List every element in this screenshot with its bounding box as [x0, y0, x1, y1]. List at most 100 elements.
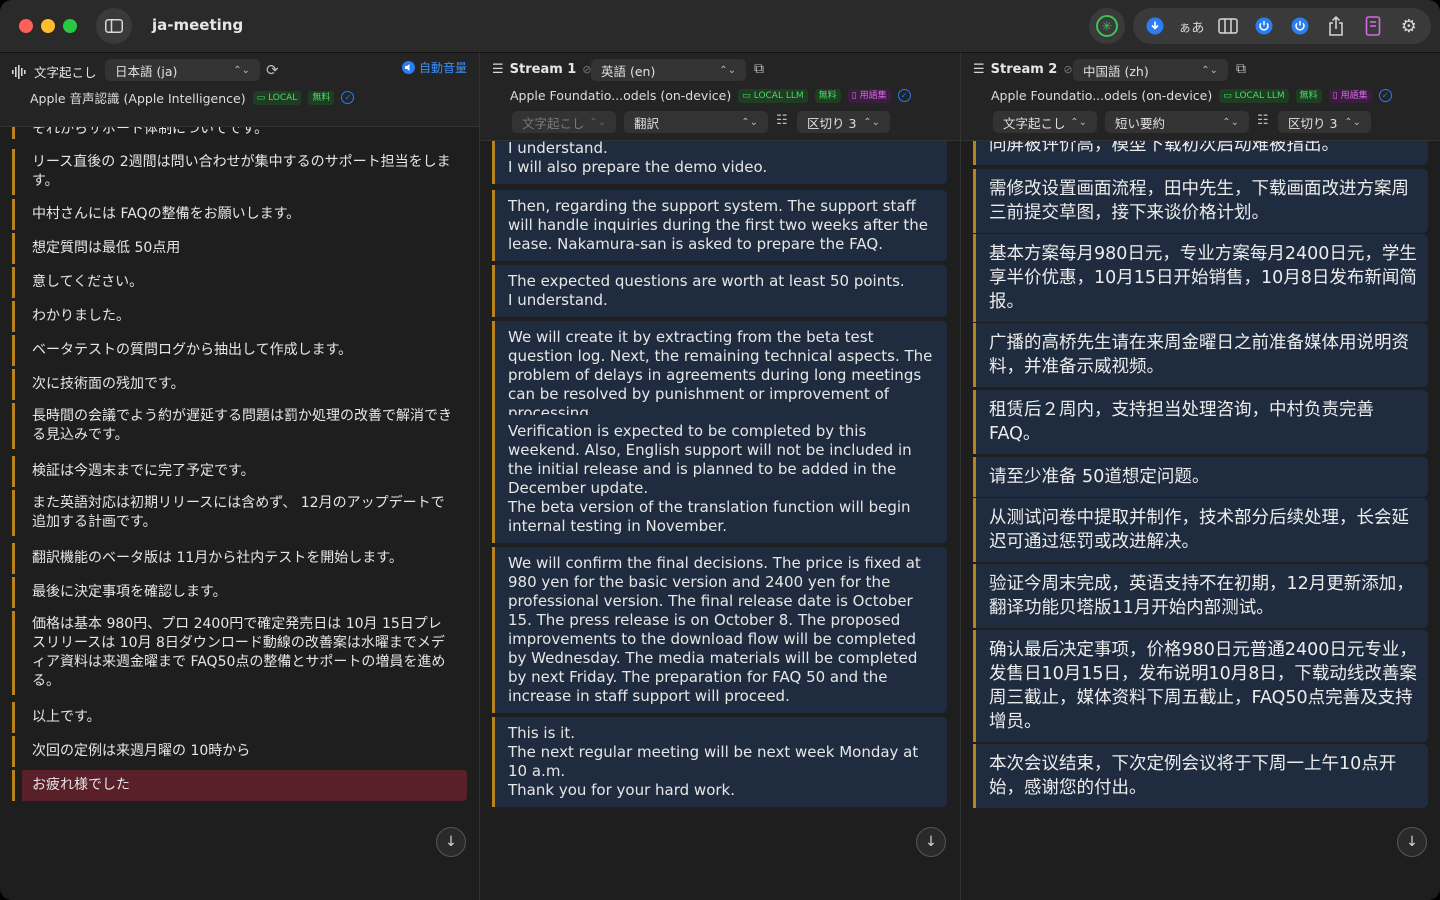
glossary-badge: ▯ 用語集 — [847, 88, 891, 103]
target-language-value: 中国語 (zh) — [1083, 63, 1149, 79]
list-item[interactable]: 广播的高桥先生请在来周金曜日之前准备媒体用说明资料，并准备示威视频。 — [973, 323, 1428, 387]
list-item[interactable]: 長時間の会議でよう約が遅延する問題は罰か処理の改善で解消できる見込みです。 — [12, 403, 467, 449]
scroll-to-bottom-button[interactable]: ↓ — [1397, 827, 1427, 857]
llm-model-name: Apple Foundatio...odels (on-device) — [991, 88, 1213, 103]
list-item[interactable]: ベータテストの質問ログから抽出して作成します。 — [12, 335, 467, 366]
close-window-button[interactable] — [19, 19, 33, 33]
list-item[interactable]: リース直後の 2週間は問い合わせが集中するのサポート担当をします。 — [12, 149, 467, 195]
list-item[interactable]: 価格は基本 980円、プロ 2400円で確定発売日は 10月 15日プレスリリー… — [12, 611, 467, 695]
list-item[interactable]: また英語対応は初期リリースには含めず、 12月のアップデートで追加する計画です。 — [12, 490, 467, 536]
chevron-updown-icon: ⌃⌄ — [233, 64, 250, 76]
recording-button[interactable]: ✳ — [1089, 8, 1125, 44]
kana-button[interactable]: ぁあ — [1177, 12, 1205, 40]
mode-select[interactable]: 翻訳 ⌃⌄ — [624, 111, 768, 133]
kana-label: ぁあ — [1178, 20, 1205, 36]
list-item[interactable]: 翻訳機能のベータ版は 11月から社内テストを開始します。 — [12, 543, 467, 574]
list-item[interactable]: 次に技術面の残加です。 — [12, 369, 467, 400]
share-icon — [1329, 16, 1344, 36]
list-item[interactable]: 検証は今週末までに完了予定です。 — [12, 456, 467, 487]
target-language-value: 英語 (en) — [601, 63, 656, 79]
list-item[interactable]: 最後に決定事項を確認します。 — [12, 577, 467, 608]
glossary-button[interactable] — [1359, 12, 1387, 40]
list-item[interactable]: Then, regarding the support system. The … — [492, 190, 947, 261]
settings-button[interactable]: ⚙ — [1395, 12, 1423, 40]
list-item[interactable]: 需修改设置画面流程，田中先生，下载画面改进方案周三前提交草图，接下来谈价格计划。 — [973, 169, 1428, 233]
arrow-down-icon: ↓ — [925, 834, 937, 850]
list-item[interactable]: 想定質問は最低 50点用 — [12, 233, 467, 264]
list-item[interactable]: それからサポート体制についてです。 — [12, 127, 467, 139]
speech-model-name: Apple 音声認識 (Apple Intelligence) — [30, 91, 246, 106]
copy-window-icon[interactable]: ⧉ — [1236, 61, 1246, 77]
download-button[interactable] — [1141, 12, 1169, 40]
list-item[interactable]: We will create it by extracting from the… — [492, 321, 947, 430]
language-select-value: 日本語 (ja) — [115, 63, 178, 79]
recording-status-icon: ✳ — [1096, 15, 1118, 37]
auto-volume-label: 自動音量 — [418, 61, 467, 75]
list-item-selected[interactable]: お疲れ様でした — [22, 770, 467, 801]
share-button[interactable] — [1322, 12, 1350, 40]
mode-select[interactable]: 短い要約 ⌃⌄ — [1105, 111, 1249, 133]
scroll-to-bottom-button[interactable]: ↓ — [916, 827, 946, 857]
free-badge: 無料 — [1295, 88, 1322, 103]
list-item[interactable]: The expected questions are worth at leas… — [492, 265, 947, 317]
columns-button[interactable] — [1214, 12, 1242, 40]
mode-select-value: 短い要約 — [1115, 115, 1166, 131]
glossary-badge-label: 用語集 — [1340, 90, 1368, 101]
list-item[interactable]: 从测试问卷中提取并制作，技术部分后续处理，长会延迟可通过惩罚或改进解决。 — [973, 498, 1428, 562]
target-language-select[interactable]: 中国語 (zh) ⌃⌄ — [1073, 59, 1228, 81]
stream-title: Stream 1 — [509, 62, 577, 77]
app-window: ja-meeting ✳ ぁあ ⚙ 文字起こし 日本語 (ja) ⌃⌄ ⟳ 自動… — [0, 0, 1440, 900]
list-item[interactable]: 同屏被评价高，模型下载初次启动难被指出。 — [973, 141, 1428, 165]
list-item[interactable]: Verification is expected to be completed… — [492, 415, 947, 543]
source-select[interactable]: 文字起こし ⌃⌄ — [993, 111, 1097, 133]
check-circle-icon[interactable]: ✓ — [897, 89, 911, 102]
chevron-updown-icon: ⌃⌄ — [1201, 64, 1218, 76]
list-item[interactable]: 本次会议结束，下次定例会议将于下周一上午10点开始，感谢您的付出。 — [973, 744, 1428, 808]
auto-volume-button[interactable]: 自動音量 — [401, 59, 467, 76]
list-item[interactable]: I understand. I will also prepare the de… — [492, 141, 947, 184]
glossary-badge-label: 用語集 — [859, 90, 887, 101]
power-button-2[interactable] — [1286, 12, 1314, 40]
copy-window-icon[interactable]: ⧉ — [754, 61, 764, 77]
book-icon: ▯ — [1332, 90, 1338, 101]
list-item[interactable]: 次回の定例は来週月曜の 10時から — [12, 736, 467, 767]
list-item[interactable]: わかりました。 — [12, 301, 467, 332]
title-bar: ja-meeting ✳ ぁあ ⚙ — [0, 0, 1440, 53]
chunk-select[interactable]: 区切り 3 ⌃⌄ — [1278, 111, 1371, 133]
chunk-select-value: 区切り 3 — [807, 115, 857, 131]
llm-model-name: Apple Foundatio...odels (on-device) — [510, 88, 732, 103]
power-button-1[interactable] — [1250, 12, 1278, 40]
sidebar-toggle-button[interactable] — [96, 8, 132, 44]
list-item[interactable]: 以上です。 — [12, 702, 467, 733]
scroll-to-bottom-button[interactable]: ↓ — [436, 827, 466, 857]
list-item[interactable]: 租赁后２周内，支持担当处理咨询，中村负责完善FAQ。 — [973, 390, 1428, 454]
stream-title: Stream 2 — [990, 62, 1058, 77]
list-item[interactable]: We will confirm the final decisions. The… — [492, 547, 947, 713]
refresh-icon[interactable]: ⟳ — [266, 61, 279, 79]
pane-label: 文字起こし — [34, 65, 97, 80]
list-item[interactable]: 基本方案每月980日元，专业方案每月2400日元，学生享半价优惠，10月15日开… — [973, 234, 1428, 322]
zoom-window-button[interactable] — [63, 19, 77, 33]
source-select-value: 文字起こし — [1003, 115, 1066, 131]
chunk-select[interactable]: 区切り 3 ⌃⌄ — [797, 111, 890, 133]
list-item[interactable]: 意してください。 — [12, 267, 467, 298]
list-item[interactable]: 请至少准备 50道想定问题。 — [973, 457, 1428, 497]
chunk-select-value: 区切り 3 — [1288, 115, 1338, 131]
list-item[interactable]: 确认最后决定事项，价格980日元普通2400日元专业，发售日10月15日，发布说… — [973, 630, 1428, 742]
check-circle-icon[interactable]: ✓ — [1378, 89, 1392, 102]
source-select[interactable]: 文字起こし ⌃⌄ — [512, 111, 616, 133]
chevron-updown-icon: ⌃⌄ — [719, 64, 736, 76]
list-item[interactable]: 验证今周末完成，英语支持不在初期，12月更新添加，翻译功能贝塔版11月开始内部测… — [973, 564, 1428, 628]
minimize-window-button[interactable] — [41, 19, 55, 33]
stream1-pane: ☰ Stream 1 ⊘ 英語 (en) ⌃⌄ ⧉ Apple Foundati… — [480, 53, 960, 900]
local-llm-badge: ▭ LOCAL LLM — [738, 88, 808, 103]
language-select[interactable]: 日本語 (ja) ⌃⌄ — [105, 59, 260, 81]
list-item[interactable]: 中村さんには FAQの整備をお願いします。 — [12, 199, 467, 230]
sidebar-icon — [105, 19, 123, 33]
target-language-select[interactable]: 英語 (en) ⌃⌄ — [591, 59, 746, 81]
toolbar-group: ぁあ ⚙ — [1133, 8, 1431, 44]
check-circle-icon[interactable]: ✓ — [341, 91, 355, 104]
summary-list: 同屏被评价高，模型下载初次启动难被指出。 需修改设置画面流程，田中先生，下载画面… — [961, 141, 1440, 900]
list-item[interactable]: This is it. The next regular meeting wil… — [492, 717, 947, 807]
transcription-pane: 文字起こし 日本語 (ja) ⌃⌄ ⟳ 自動音量 Apple 音声認識 (App… — [0, 53, 479, 900]
